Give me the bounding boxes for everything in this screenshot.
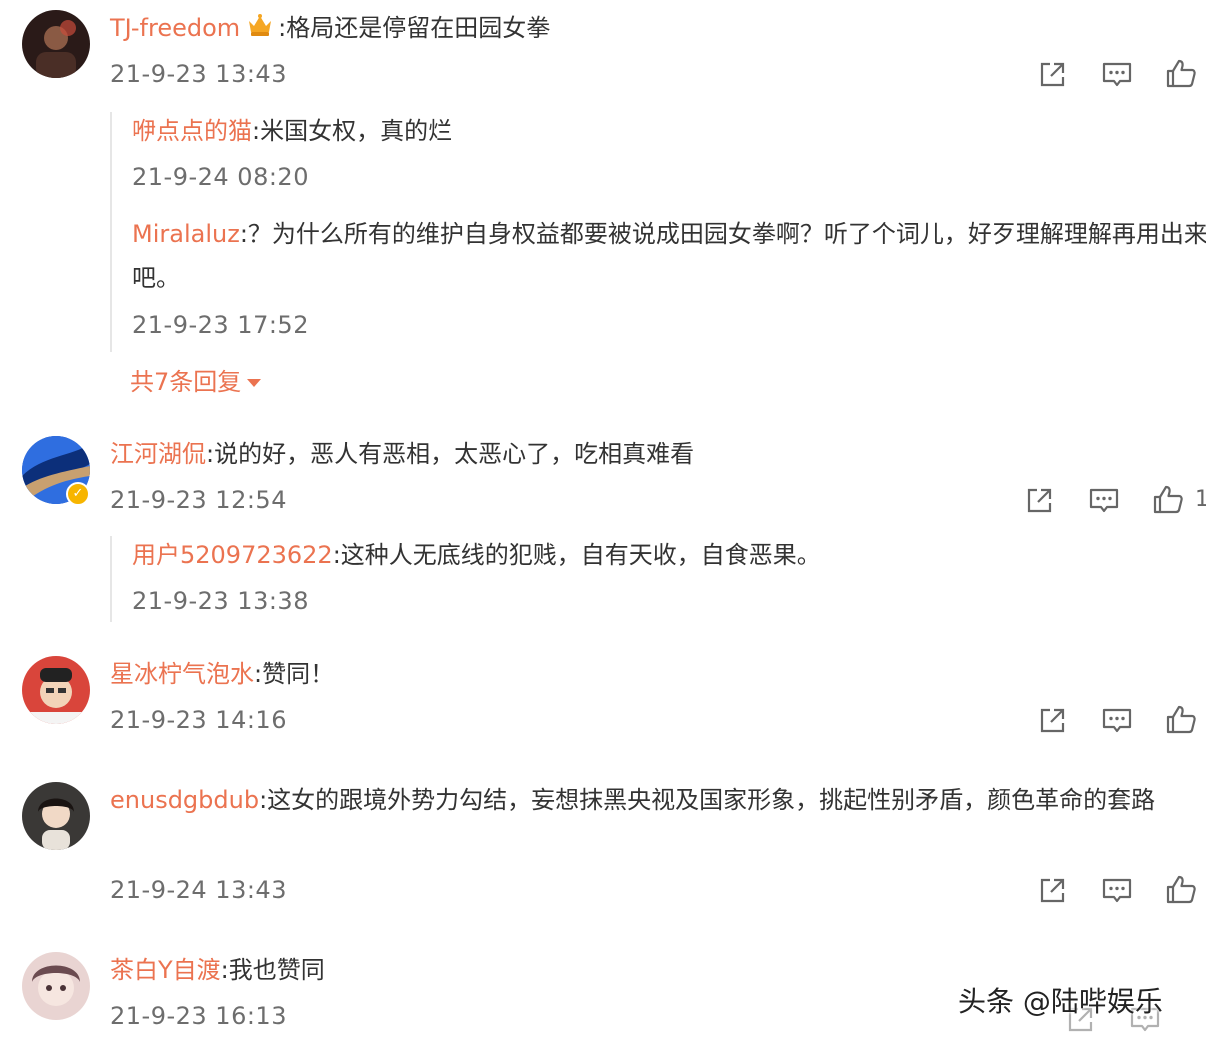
username-link[interactable]: 茶白Y自渡: [110, 956, 221, 984]
view-more-replies-button[interactable]: 共7条回复: [130, 365, 262, 399]
comment-icon[interactable]: [1100, 873, 1134, 907]
avatar[interactable]: [22, 952, 90, 1020]
comment-body: :赞同！: [254, 660, 335, 688]
comment-icon[interactable]: [1087, 483, 1121, 517]
avatar[interactable]: [22, 656, 90, 724]
reply-body: :？为什么所有的维护自身权益都要被说成田园女拳啊？听了个词儿，好歹理解理解再用出…: [132, 220, 1206, 292]
comment-actions: [1036, 703, 1206, 737]
comment-body: :格局还是停留在田园女拳: [278, 14, 551, 42]
reply-timestamp: 21-9-23 17:52: [132, 311, 309, 339]
comment-body: :这女的跟境外势力勾结，妄想抹黑央视及国家形象，挑起性别矛盾，颜色革命的套路: [259, 786, 1156, 814]
timestamp: 21-9-24 13:43: [110, 876, 287, 904]
timestamp: 21-9-23 13:43: [110, 60, 287, 88]
avatar[interactable]: [22, 782, 90, 850]
comment-icon[interactable]: [1100, 703, 1134, 737]
comment-actions: [1036, 57, 1206, 91]
more-replies-label: 共7条回复: [130, 368, 242, 396]
share-icon[interactable]: [1036, 703, 1070, 737]
reply-body: :这种人无底线的犯贱，自有天收，自食恶果。: [332, 541, 821, 569]
timestamp: 21-9-23 14:16: [110, 706, 287, 734]
share-icon[interactable]: [1023, 483, 1057, 517]
comment-body: :说的好，恶人有恶相，太恶心了，吃相真难看: [206, 440, 695, 468]
comment-item: 星冰柠气泡水:赞同！ 21-9-23 14:16: [0, 648, 1206, 758]
thumbs-up-icon[interactable]: [1151, 483, 1185, 517]
comment-text: 星冰柠气泡水:赞同！: [110, 657, 334, 691]
reply-text: 咿点点的猫:米国女权，真的烂: [132, 114, 452, 148]
username-link[interactable]: enusdgbdub: [110, 786, 259, 814]
reply-body: :米国女权，真的烂: [252, 117, 453, 145]
reply-username-link[interactable]: 用户5209723622: [132, 541, 333, 569]
reply-username-link[interactable]: 咿点点的猫: [132, 117, 252, 145]
comment-item: TJ-freedom :格局还是停留在田园女拳 21-9-23 13:43 咿点点…: [0, 0, 1206, 410]
username-link[interactable]: TJ-freedom: [110, 14, 240, 42]
username-link[interactable]: 江河湖侃: [110, 440, 206, 468]
share-icon[interactable]: [1036, 873, 1070, 907]
timestamp: 21-9-23 16:13: [110, 1002, 287, 1030]
thumbs-up-icon[interactable]: [1164, 57, 1198, 91]
comment-body: :我也赞同: [220, 956, 325, 984]
reply-timestamp: 21-9-24 08:20: [132, 163, 309, 191]
reply-thread: 咿点点的猫:米国女权，真的烂 21-9-24 08:20 Miralaluz:？…: [110, 112, 1206, 352]
comment-actions: 1: [1023, 483, 1206, 517]
reply-text: Miralaluz:？为什么所有的维护自身权益都要被说成田园女拳啊？听了个词儿，…: [132, 212, 1206, 300]
comment-text: TJ-freedom :格局还是停留在田园女拳: [110, 11, 550, 47]
thumbs-up-icon[interactable]: [1164, 873, 1198, 907]
reply-timestamp: 21-9-23 13:38: [132, 587, 309, 615]
watermark: 头条 @陆哔娱乐: [958, 985, 1163, 1018]
username-link[interactable]: 星冰柠气泡水: [110, 660, 254, 688]
share-icon[interactable]: [1036, 57, 1070, 91]
reply-text: 用户5209723622:这种人无底线的犯贱，自有天收，自食恶果。: [132, 538, 821, 572]
comment-text: 茶白Y自渡:我也赞同: [110, 953, 325, 987]
caret-down-icon: [247, 379, 262, 387]
comment-icon[interactable]: [1100, 57, 1134, 91]
verified-badge-icon: ✓: [66, 482, 90, 506]
thumbs-up-icon[interactable]: [1164, 703, 1198, 737]
comment-actions: [1036, 873, 1206, 907]
comment-item: ✓ 江河湖侃:说的好，恶人有恶相，太恶心了，吃相真难看 21-9-23 12:5…: [0, 420, 1206, 640]
comment-text: 江河湖侃:说的好，恶人有恶相，太恶心了，吃相真难看: [110, 437, 694, 471]
reply-username-link[interactable]: Miralaluz: [132, 220, 240, 248]
comment-text: enusdgbdub:这女的跟境外势力勾结，妄想抹黑央视及国家形象，挑起性别矛盾…: [110, 778, 1206, 822]
reply-thread: 用户5209723622:这种人无底线的犯贱，自有天收，自食恶果。 21-9-2…: [110, 536, 1206, 622]
timestamp: 21-9-23 12:54: [110, 486, 287, 514]
avatar[interactable]: [22, 10, 90, 78]
like-count: 1: [1195, 487, 1206, 512]
crown-icon: [246, 12, 274, 47]
comment-item: enusdgbdub:这女的跟境外势力勾结，妄想抹黑央视及国家形象，挑起性别矛盾…: [0, 774, 1206, 924]
